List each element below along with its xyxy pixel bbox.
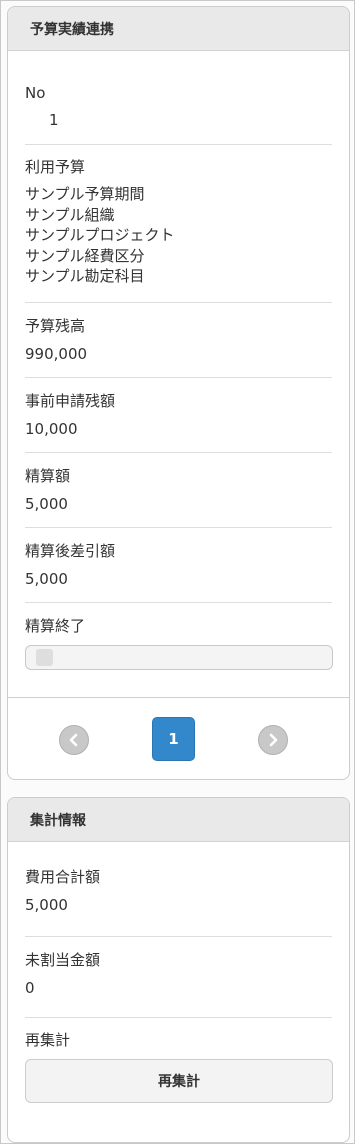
- field-total-cost: 費用合計額 5,000: [25, 842, 332, 937]
- field-value: 5,000: [25, 896, 68, 914]
- field-post-settlement-diff: 精算後差引額 5,000: [25, 528, 332, 603]
- field-label: 精算後差引額: [25, 542, 116, 560]
- checkbox-knob: [36, 649, 53, 666]
- panel-title: 予算実績連携: [30, 21, 114, 38]
- page-number: 1: [168, 730, 179, 748]
- field-value: 1: [49, 111, 59, 129]
- recalc-button[interactable]: 再集計: [25, 1059, 333, 1103]
- budget-used-item: サンプル勘定科目: [25, 267, 145, 285]
- next-page-button[interactable]: [258, 725, 288, 755]
- field-label: 未割当金額: [25, 951, 101, 969]
- field-label: 利用予算: [25, 158, 86, 176]
- panel-header[interactable]: 集計情報: [8, 798, 349, 842]
- panel-header[interactable]: 予算実績連携: [8, 7, 349, 51]
- field-recalc: 再集計 再集計: [25, 1018, 333, 1103]
- field-value: 990,000: [25, 345, 88, 363]
- page-1-button[interactable]: 1: [152, 717, 195, 761]
- chevron-left-icon: [69, 733, 78, 747]
- summary-panel: 集計情報 費用合計額 5,000 未割当金額 0 再集計 再集計: [7, 797, 350, 1143]
- field-label: 精算終了: [25, 617, 86, 635]
- prev-page-button[interactable]: [59, 725, 89, 755]
- budget-used-item: サンプルプロジェクト: [25, 226, 175, 244]
- field-budget-balance: 予算残高 990,000: [25, 303, 332, 378]
- settlement-complete-checkbox[interactable]: [25, 645, 333, 670]
- field-unallocated: 未割当金額 0: [25, 937, 332, 1018]
- field-value: 0: [25, 979, 35, 997]
- budget-used-item: サンプル経費区分: [25, 246, 145, 265]
- budget-used-item: サンプル組織: [25, 205, 115, 224]
- panel-title: 集計情報: [30, 812, 86, 829]
- field-settlement-amount: 精算額 5,000: [25, 453, 332, 528]
- panel-body: 費用合計額 5,000 未割当金額 0 再集計 再集計: [8, 842, 349, 1103]
- field-value: 5,000: [25, 570, 68, 588]
- panel-body: No 1 利用予算 サンプル予算期間 サンプル組織 サンプルプロジェクト サンプ…: [8, 51, 349, 670]
- field-value: 10,000: [25, 420, 78, 438]
- field-no: No 1: [25, 51, 332, 145]
- budget-actual-panel: 予算実績連携 No 1 利用予算 サンプル予算期間 サンプル組織 サンプルプロジ…: [7, 6, 350, 780]
- field-pre-request-balance: 事前申請残額 10,000: [25, 378, 332, 453]
- field-label: 予算残高: [25, 317, 86, 335]
- field-value: 5,000: [25, 495, 68, 513]
- budget-used-list: サンプル予算期間 サンプル組織 サンプルプロジェクト サンプル経費区分 サンプル…: [25, 184, 332, 287]
- app-frame: 予算実績連携 No 1 利用予算 サンプル予算期間 サンプル組織 サンプルプロジ…: [0, 0, 355, 1144]
- field-label: No: [25, 84, 46, 102]
- field-settlement-complete: 精算終了: [25, 603, 333, 670]
- field-label: 費用合計額: [25, 868, 101, 886]
- field-label: 精算額: [25, 467, 71, 485]
- chevron-right-icon: [269, 733, 278, 747]
- pagination: 1: [8, 697, 349, 779]
- field-label: 事前申請残額: [25, 392, 116, 410]
- field-label: 再集計: [25, 1031, 71, 1049]
- field-budget-used: 利用予算 サンプル予算期間 サンプル組織 サンプルプロジェクト サンプル経費区分…: [25, 145, 332, 303]
- budget-used-item: サンプル予算期間: [25, 185, 145, 203]
